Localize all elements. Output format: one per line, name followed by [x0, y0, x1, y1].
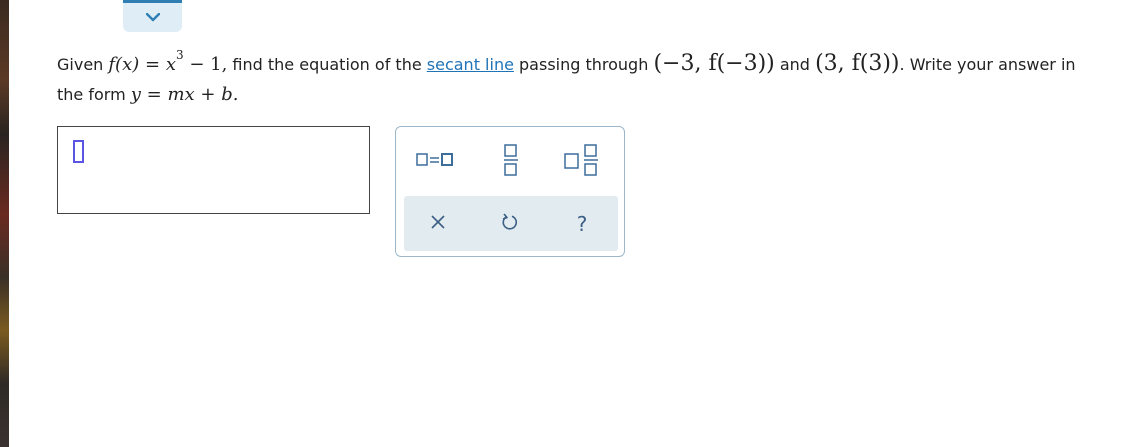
- mixed-number-template-button[interactable]: [558, 143, 606, 181]
- given-label: Given: [57, 55, 104, 74]
- and-text: and: [779, 55, 810, 74]
- palette-tools-row: [396, 127, 624, 195]
- clear-button[interactable]: [408, 196, 468, 251]
- question-line-1: Given f(x) = x3 − 1, find the equation o…: [57, 44, 1141, 80]
- equation-template-button[interactable]: [410, 147, 460, 177]
- find-text: find the equation of the: [232, 55, 422, 74]
- form-equation: y = mx + b.: [131, 84, 239, 105]
- minus-one: − 1,: [189, 54, 228, 75]
- question-text: Given f(x) = x3 − 1, find the equation o…: [57, 44, 1141, 110]
- equals-sign: =: [144, 54, 161, 75]
- undo-icon: [501, 212, 519, 235]
- question-line-2: the form y = mx + b.: [57, 80, 1141, 110]
- help-button[interactable]: ?: [552, 196, 612, 251]
- help-icon: ?: [576, 211, 588, 236]
- function-lhs: f(x): [108, 54, 140, 75]
- mixed-number-icon: [563, 143, 601, 181]
- fraction-template-button[interactable]: [494, 143, 528, 181]
- passing-text: passing through: [519, 55, 649, 74]
- fraction-icon: [503, 143, 519, 181]
- collapse-toggle-button[interactable]: [123, 0, 182, 32]
- answer-input[interactable]: [57, 126, 370, 214]
- secant-line-link[interactable]: secant line: [427, 55, 514, 74]
- edge-mark: [1, 12, 8, 19]
- point-two: (3, f(3)): [815, 51, 900, 76]
- x-base: x: [165, 54, 176, 75]
- box-equals-box-icon: [416, 151, 454, 173]
- write-text: . Write your answer in: [899, 55, 1076, 74]
- form-prefix: the form: [57, 85, 126, 104]
- input-placeholder-box-icon[interactable]: [73, 140, 84, 163]
- chevron-down-icon: [145, 13, 160, 22]
- form-equation-text: y = mx + b.: [130, 84, 239, 105]
- function-definition: f(x) = x3 − 1,: [108, 48, 228, 75]
- background-window-edge: [0, 0, 9, 447]
- point-one: (−3, f(−3)): [653, 51, 775, 76]
- close-icon: [430, 214, 446, 234]
- undo-button[interactable]: [480, 196, 540, 251]
- palette-actions-row: ?: [404, 196, 618, 251]
- math-palette: ?: [395, 126, 625, 257]
- x-exponent: 3: [175, 48, 184, 62]
